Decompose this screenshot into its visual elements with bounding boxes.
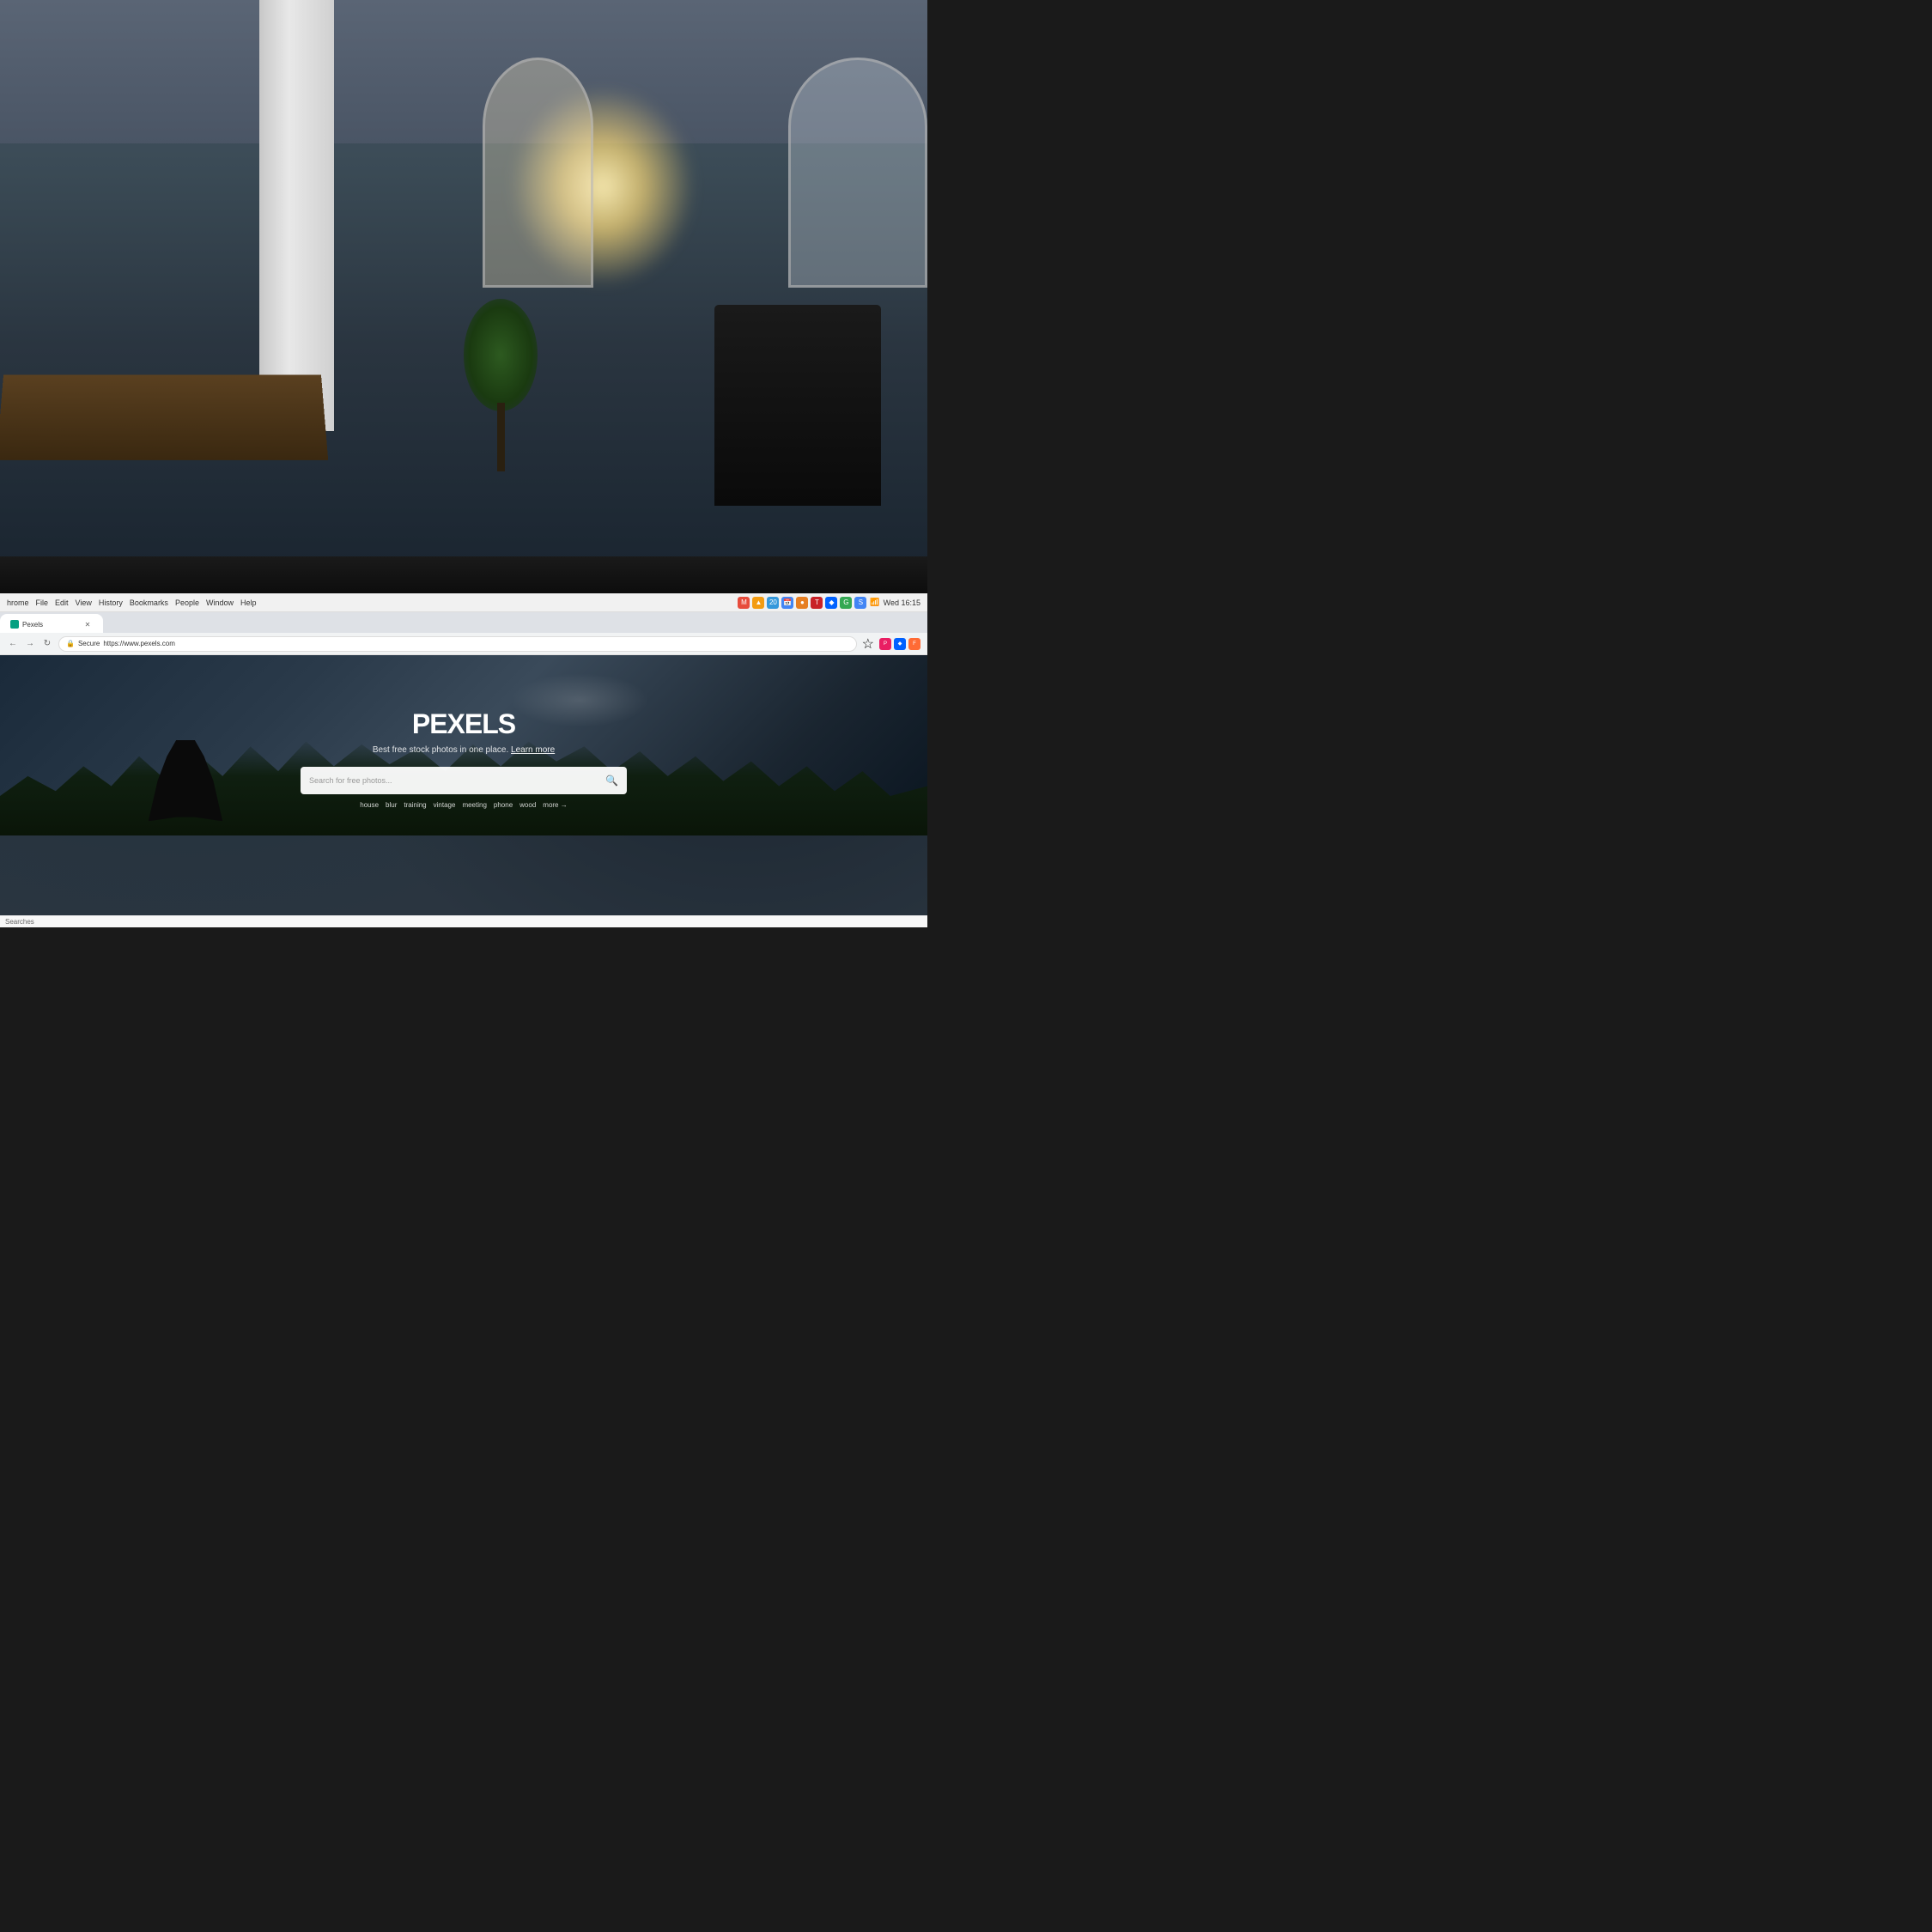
office-bg xyxy=(0,0,927,575)
pexels-logo: PEXELS xyxy=(412,708,515,740)
tab-close-button[interactable]: ✕ xyxy=(82,619,93,629)
suggestion-blur[interactable]: blur xyxy=(386,801,397,809)
os-bar-right: M ▲ 20 📅 ● T ◆ G S 📶 Wed 16:15 xyxy=(731,597,927,609)
gmail-icon: M xyxy=(738,597,750,609)
url-bar[interactable]: 🔒 Secure https://www.pexels.com xyxy=(58,636,857,652)
window-arch-right xyxy=(788,58,927,288)
os-menu-bar: hrome File Edit View History Bookmarks P… xyxy=(0,593,927,612)
hero-subtitle: Best free stock photos in one place. Lea… xyxy=(373,745,555,755)
window-arch-left xyxy=(483,58,594,288)
searches-label: Searches xyxy=(5,918,34,926)
google-calendar-icon: 📅 xyxy=(781,597,793,609)
suggestion-house[interactable]: house xyxy=(360,801,379,809)
menu-edit[interactable]: Edit xyxy=(55,598,69,607)
pexels-website: Browse ▾ License Tools xyxy=(0,655,927,927)
clock-display: Wed 16:15 xyxy=(884,598,920,607)
menu-bookmarks[interactable]: Bookmarks xyxy=(130,598,168,607)
chair xyxy=(714,305,881,506)
feedly-icon[interactable]: F xyxy=(908,638,920,650)
secure-icon: 🔒 xyxy=(66,640,75,647)
browser-tab-pexels[interactable]: Pexels ✕ xyxy=(0,614,103,633)
menu-window[interactable]: Window xyxy=(206,598,234,607)
hero-content: PEXELS Best free stock photos in one pla… xyxy=(0,655,927,835)
reload-button[interactable]: ↻ xyxy=(41,638,53,650)
suggestion-vintage[interactable]: vintage xyxy=(434,801,456,809)
browser-tab-bar: Pexels ✕ xyxy=(0,612,927,633)
tab-title: Pexels xyxy=(22,621,43,629)
bottom-status-bar: Searches xyxy=(0,915,927,927)
os-bar-left: hrome File Edit View History Bookmarks P… xyxy=(0,598,731,607)
wifi-icon: 📶 xyxy=(870,598,879,607)
drive-icon: ▲ xyxy=(752,597,764,609)
pinterest-icon[interactable]: P xyxy=(879,638,891,650)
dropbox-ext-icon[interactable]: ◆ xyxy=(894,638,906,650)
menu-file[interactable]: File xyxy=(36,598,49,607)
calendar-icon: 20 xyxy=(767,597,779,609)
photo-background: hrome File Edit View History Bookmarks P… xyxy=(0,0,927,927)
mac-toolbar-icons: M ▲ 20 📅 ● T ◆ G S xyxy=(738,597,866,609)
dropbox-icon: ◆ xyxy=(825,597,837,609)
secure-label: Secure xyxy=(78,640,100,647)
extension-icons-bar: P ◆ F xyxy=(879,638,920,650)
extension-green: G xyxy=(840,597,852,609)
star-icon[interactable]: ☆ xyxy=(862,635,874,653)
laptop-screen: hrome File Edit View History Bookmarks P… xyxy=(0,593,927,927)
search-suggestions: house blur training vintage meeting phon… xyxy=(301,801,627,809)
menu-people[interactable]: People xyxy=(175,598,199,607)
search-bar-container: Search for free photos... 🔍 house blur t… xyxy=(301,767,627,809)
extension-red: T xyxy=(811,597,823,609)
menu-view[interactable]: View xyxy=(76,598,92,607)
office-scene xyxy=(0,0,927,575)
menu-history[interactable]: History xyxy=(99,598,123,607)
address-bar: ← → ↻ 🔒 Secure https://www.pexels.com ☆ … xyxy=(0,633,927,655)
search-placeholder: Search for free photos... xyxy=(309,776,598,785)
search-bar[interactable]: Search for free photos... 🔍 xyxy=(301,767,627,794)
menu-chrome[interactable]: hrome xyxy=(7,598,29,607)
suggestion-meeting[interactable]: meeting xyxy=(462,801,486,809)
laptop-bezel-top xyxy=(0,556,927,593)
tab-favicon xyxy=(10,620,19,629)
forward-button[interactable]: → xyxy=(24,638,36,650)
suggestion-phone[interactable]: phone xyxy=(494,801,513,809)
search-icon: 🔍 xyxy=(605,775,618,787)
pexels-hero: Browse ▾ License Tools xyxy=(0,655,927,835)
bookmark-icons: ☆ xyxy=(862,635,874,653)
os-bar-menu: hrome File Edit View History Bookmarks P… xyxy=(7,598,257,607)
url-display: https://www.pexels.com xyxy=(103,640,175,647)
plant xyxy=(464,299,538,471)
plant-stem xyxy=(497,403,505,471)
suggestion-more[interactable]: more → xyxy=(543,801,567,809)
extension-blue: S xyxy=(854,597,866,609)
menu-help[interactable]: Help xyxy=(240,598,257,607)
learn-more-link[interactable]: Learn more xyxy=(511,745,555,755)
lastpass-icon: ● xyxy=(796,597,808,609)
suggestion-training[interactable]: training xyxy=(404,801,426,809)
plant-leaves xyxy=(464,299,538,411)
white-column xyxy=(259,0,333,431)
back-button[interactable]: ← xyxy=(7,638,19,650)
desk xyxy=(0,375,328,461)
suggestion-wood[interactable]: wood xyxy=(519,801,536,809)
